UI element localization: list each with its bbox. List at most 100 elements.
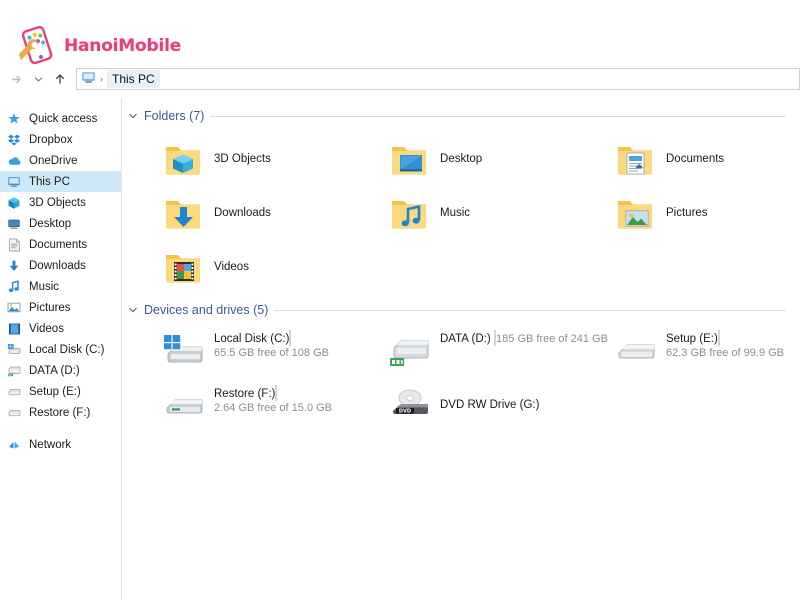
folder-label: Music <box>440 207 471 219</box>
drive-info: Restore (F:) 2.64 GB free of 15.0 GB <box>214 385 388 414</box>
drive-name: Setup (E:) <box>666 333 718 345</box>
network-drive-icon <box>6 363 22 379</box>
dvd-drive-icon: DVD <box>388 385 432 425</box>
sidebar-item-label: Local Disk (C:) <box>29 343 105 356</box>
folder-tile-pictures[interactable]: Pictures <box>614 186 800 240</box>
downloads-icon <box>6 258 22 274</box>
forward-button[interactable] <box>6 69 26 89</box>
folder-tile-3d-objects[interactable]: 3D Objects <box>162 132 388 186</box>
sidebar-item-onedrive[interactable]: OneDrive <box>0 150 121 171</box>
watermark-text: HanoiMobile <box>64 36 182 56</box>
navigation-sidebar[interactable]: Quick access Dropbox OneDrive This PC 3D… <box>0 98 122 600</box>
drive-name: DVD RW Drive (G:) <box>440 399 540 411</box>
folder-tile-downloads[interactable]: Downloads <box>162 186 388 240</box>
folder-tile-music[interactable]: Music <box>388 186 614 240</box>
sidebar-item-network[interactable]: Network <box>0 434 121 455</box>
folder-downloads-icon <box>162 192 204 234</box>
drive-free-space: 65.5 GB free of 108 GB <box>214 347 329 359</box>
sidebar-item-desktop[interactable]: Desktop <box>0 213 121 234</box>
windows-drive-icon <box>6 342 22 358</box>
history-dropdown-button[interactable] <box>28 69 48 89</box>
sidebar-item-3d-objects[interactable]: 3D Objects <box>0 192 121 213</box>
drive-free-space: 185 GB free of 241 GB <box>496 333 608 345</box>
sidebar-item-label: Documents <box>29 238 88 251</box>
documents-icon <box>6 237 22 253</box>
sidebar-item-documents[interactable]: Documents <box>0 234 121 255</box>
sidebar-item-local-disk-c[interactable]: Local Disk (C:) <box>0 339 121 360</box>
drive-info: DVD RW Drive (G:) <box>440 385 539 411</box>
sidebar-item-downloads[interactable]: Downloads <box>0 255 121 276</box>
folder-label: Videos <box>214 261 249 273</box>
folders-group-title: Folders (7) <box>144 109 205 123</box>
star-pin-icon <box>6 111 22 127</box>
drive-tile-local-disk-c[interactable]: Local Disk (C:) 65.5 GB free of 108 GB <box>162 326 388 381</box>
folder-3d-objects-icon <box>162 138 204 180</box>
breadcrumb-this-pc[interactable]: This PC <box>107 70 160 88</box>
windows-drive-icon <box>162 330 206 370</box>
drive-name: Restore (F:) <box>214 388 276 400</box>
sidebar-item-quick-access[interactable]: Quick access <box>0 108 121 129</box>
sidebar-item-pictures[interactable]: Pictures <box>0 297 121 318</box>
pictures-icon <box>6 300 22 316</box>
drive-usage-bar <box>494 330 497 346</box>
sidebar-item-dropbox[interactable]: Dropbox <box>0 129 121 150</box>
breadcrumb-separator: › <box>100 74 103 84</box>
folder-tile-documents[interactable]: Documents <box>614 132 800 186</box>
sidebar-item-label: 3D Objects <box>29 196 86 209</box>
folder-tile-videos[interactable]: Videos <box>162 240 388 294</box>
drive-tile-dvd-rw-g[interactable]: DVD DVD RW Drive (G:) <box>388 381 614 436</box>
cloud-icon <box>6 153 22 169</box>
sidebar-item-videos[interactable]: Videos <box>0 318 121 339</box>
sidebar-item-music[interactable]: Music <box>0 276 121 297</box>
sidebar-item-label: Music <box>29 280 60 293</box>
sidebar-item-label: Network <box>29 438 72 451</box>
drive-usage-bar <box>717 330 720 346</box>
sidebar-item-label: DATA (D:) <box>29 364 80 377</box>
sidebar-item-setup-e[interactable]: Setup (E:) <box>0 381 121 402</box>
drive-icon <box>6 405 22 421</box>
folder-label: Pictures <box>666 207 708 219</box>
drives-group-header[interactable]: Devices and drives (5) <box>122 300 800 320</box>
folder-documents-icon <box>614 138 656 180</box>
breadcrumb-bar[interactable]: › This PC <box>76 68 800 90</box>
drive-name: DATA (D:) <box>440 333 491 345</box>
chevron-down-icon[interactable] <box>128 111 138 121</box>
sidebar-item-restore-f[interactable]: Restore (F:) <box>0 402 121 423</box>
drive-tile-data-d[interactable]: DATA (D:) 185 GB free of 241 GB <box>388 326 614 381</box>
network-drive-icon <box>388 330 432 370</box>
watermark: HanoiMobile <box>18 24 181 68</box>
folder-desktop-icon <box>388 138 430 180</box>
drive-usage-bar <box>275 385 278 401</box>
folder-label: Desktop <box>440 153 483 165</box>
content-pane: Folders (7) 3D Objects Desktop Documents… <box>122 98 800 600</box>
drive-usage-bar <box>289 330 292 346</box>
drive-icon <box>6 384 22 400</box>
folder-label: Documents <box>666 153 725 165</box>
folder-label: Downloads <box>214 207 271 219</box>
up-button[interactable] <box>50 69 70 89</box>
drive-icon <box>162 385 206 425</box>
sidebar-item-label: Restore (F:) <box>29 406 91 419</box>
network-icon <box>6 437 22 453</box>
sidebar-item-label: Quick access <box>29 112 98 125</box>
drives-group-title: Devices and drives (5) <box>144 303 269 317</box>
chevron-down-icon[interactable] <box>128 305 138 315</box>
folder-tile-desktop[interactable]: Desktop <box>388 132 614 186</box>
drive-tile-restore-f[interactable]: Restore (F:) 2.64 GB free of 15.0 GB <box>162 381 388 436</box>
drive-free-space: 2.64 GB free of 15.0 GB <box>214 402 333 414</box>
music-icon <box>6 279 22 295</box>
drives-grid: Local Disk (C:) 65.5 GB free of 108 GB D… <box>122 326 800 436</box>
drive-tile-setup-e[interactable]: Setup (E:) 62.3 GB free of 99.9 GB <box>614 326 800 381</box>
drive-info: Local Disk (C:) 65.5 GB free of 108 GB <box>214 330 388 359</box>
sidebar-item-data-d[interactable]: DATA (D:) <box>0 360 121 381</box>
drive-icon <box>614 330 658 370</box>
folders-group-header[interactable]: Folders (7) <box>122 106 800 126</box>
folder-music-icon <box>388 192 430 234</box>
dropbox-icon <box>6 132 22 148</box>
drive-free-space: 62.3 GB free of 99.9 GB <box>666 347 785 359</box>
desktop-icon <box>6 216 22 232</box>
this-pc-icon <box>6 174 22 190</box>
sidebar-item-label: Pictures <box>29 301 71 314</box>
sidebar-item-this-pc[interactable]: This PC <box>0 171 121 192</box>
